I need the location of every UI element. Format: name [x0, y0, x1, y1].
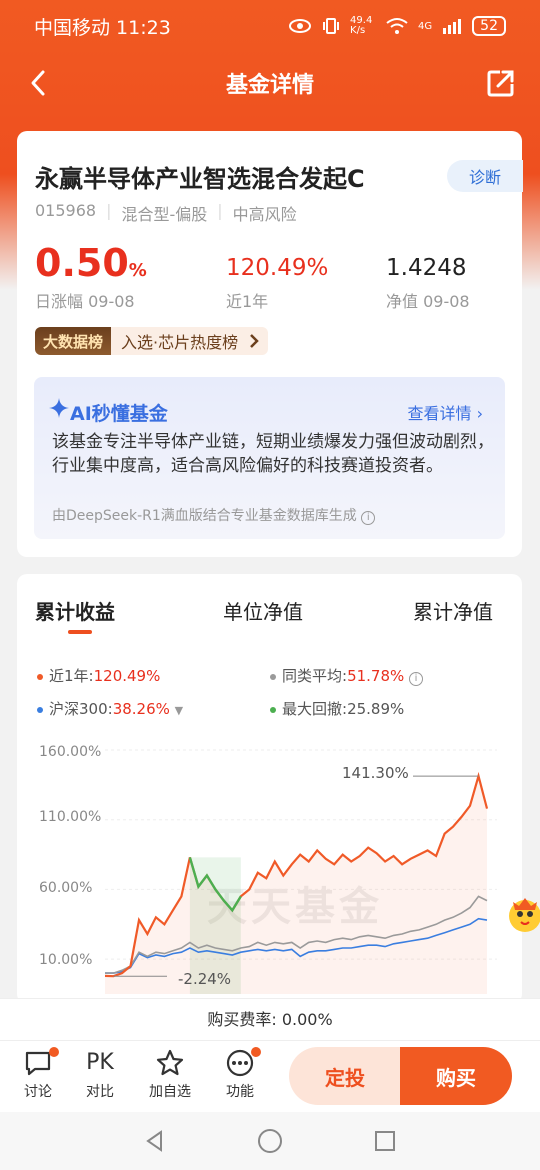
ai-title: AI秒懂基金 [70, 403, 168, 425]
nav-bar: 基金详情 [0, 52, 540, 114]
year-return-value: 120.49% [226, 255, 329, 281]
signal-icon [443, 19, 462, 34]
pk-icon: PK [86, 1050, 114, 1075]
ai-more-label: 查看详情 [407, 404, 472, 423]
daily-change-number: 0.50 [35, 241, 129, 285]
carrier-time: 中国移动 11:23 [34, 16, 171, 39]
chat-bubble-icon [25, 1051, 51, 1076]
more-dots-icon [226, 1049, 254, 1077]
tab-cumulative-nav[interactable]: 累计净值 [413, 596, 493, 625]
legend-dot [37, 706, 43, 713]
daily-change-label: 日涨幅 09-08 [35, 292, 135, 311]
ai-summary-box: AI秒懂基金 查看详情 › 该基金专注半导体产业链，短期业绩爆发力强但波动剧烈，… [34, 377, 505, 539]
legend-fund-value: 120.49% [93, 667, 161, 685]
ai-description: 该基金专注半导体产业链，短期业绩爆发力强但波动剧烈，行业集中度高，适合高风险偏好… [52, 432, 494, 476]
signal-label: 4G [418, 20, 433, 32]
back-arrow-icon[interactable] [24, 68, 54, 98]
daily-change-value: 0.50% [35, 241, 147, 285]
discuss-button[interactable]: 讨论 [13, 1047, 63, 1101]
info-icon[interactable]: i [361, 511, 376, 525]
add-watchlist-button[interactable]: 加自选 [145, 1049, 195, 1101]
ai-source-text: 由DeepSeek-R1满血版结合专业基金数据库生成 [52, 508, 357, 524]
auto-invest-button[interactable]: 定投 [289, 1047, 401, 1105]
bigdata-text: 入选·芯片热度榜 [121, 333, 239, 352]
ai-source: 由DeepSeek-R1满血版结合专业基金数据库生成 i [52, 505, 376, 525]
buy-button[interactable]: 购买 [400, 1047, 512, 1105]
min-annotation: -2.24% [178, 970, 232, 988]
mascot-icon[interactable] [503, 890, 540, 940]
discuss-label: 讨论 [24, 1084, 52, 1100]
line-chart[interactable] [17, 734, 522, 1004]
fund-type: 混合型-偏股 [121, 205, 208, 224]
legend-index-label: 沪深300: [49, 700, 113, 718]
bottom-action-bar: 讨论 PK 对比 加自选 功能 定投 购买 [0, 1040, 540, 1112]
legend-fund-label: 近1年: [49, 667, 94, 685]
wifi-icon [386, 18, 408, 34]
sparkle-icon [49, 398, 69, 418]
info-icon[interactable]: i [409, 672, 424, 686]
compare-button[interactable]: PK 对比 [75, 1049, 125, 1101]
legend-dot [270, 673, 276, 680]
legend-index[interactable]: 沪深300:38.26% ▼ [37, 698, 183, 719]
legend-drawdown: 最大回撤:25.89% [270, 698, 404, 719]
legend-dot [270, 706, 276, 713]
legend-drawdown-value: 25.89% [347, 700, 405, 718]
performance-chart-card: 累计收益 单位净值 累计净值 近1年:120.49% 同类平均:51.78% i… [17, 574, 522, 1004]
page-title: 基金详情 [225, 73, 314, 98]
fund-info-card: 永赢半导体产业智选混合发起C 诊断 015968 | 混合型-偏股 | 中高风险… [17, 131, 523, 557]
status-bar: 中国移动 11:23 49.4 K/s 4G 52 [0, 0, 540, 52]
max-annotation: 141.30% [342, 764, 409, 782]
dropdown-caret-icon: ▼ [174, 704, 184, 717]
functions-button[interactable]: 功能 [215, 1047, 265, 1101]
legend-peer-value: 51.78% [347, 667, 405, 685]
notification-dot [251, 1047, 261, 1057]
battery-indicator: 52 [472, 16, 506, 36]
legend-index-value: 38.26% [112, 700, 170, 718]
chevron-right-icon: › [476, 404, 483, 423]
fund-risk: 中高风险 [232, 205, 297, 224]
system-nav-bar [0, 1112, 540, 1170]
tab-unit-nav[interactable]: 单位净值 [223, 596, 303, 625]
fund-name: 永赢半导体产业智选混合发起C [35, 165, 365, 193]
recents-square-icon[interactable] [373, 1129, 397, 1153]
compare-label: 对比 [86, 1084, 114, 1100]
ai-more-link[interactable]: 查看详情 › [407, 400, 483, 424]
legend-dot [37, 673, 43, 680]
fund-code: 015968 [35, 201, 97, 220]
fee-rate: 购买费率: 0.00% [0, 998, 540, 1040]
daily-change-unit: % [128, 260, 147, 281]
divider: | [217, 201, 223, 220]
eye-icon [289, 19, 312, 33]
fund-area-fill [105, 776, 487, 994]
share-icon[interactable] [486, 68, 516, 98]
notification-dot [49, 1047, 59, 1057]
bigdata-tag: 大数据榜 [35, 327, 112, 355]
bigdata-rank-banner[interactable]: 大数据榜 入选·芯片热度榜 [35, 327, 269, 355]
tab-cumulative-return[interactable]: 累计收益 [35, 596, 115, 625]
chart-tabs: 累计收益 单位净值 累计净值 [17, 596, 522, 636]
diagnose-button[interactable]: 诊断 [447, 160, 523, 192]
net-speed: 49.4 K/s [350, 15, 373, 36]
nav-label: 净值 09-08 [386, 292, 470, 311]
add-watchlist-label: 加自选 [149, 1084, 191, 1100]
legend-peer-label: 同类平均: [282, 667, 348, 685]
legend-fund: 近1年:120.49% [37, 665, 160, 686]
fund-meta: 015968 | 混合型-偏股 | 中高风险 [35, 201, 297, 225]
star-icon [156, 1049, 184, 1076]
vibrate-icon [323, 18, 340, 34]
home-circle-icon[interactable] [257, 1128, 283, 1154]
year-return-label: 近1年 [226, 292, 269, 311]
nav-value: 1.4248 [386, 255, 467, 281]
back-triangle-icon[interactable] [143, 1129, 167, 1153]
functions-label: 功能 [226, 1084, 254, 1100]
divider: | [106, 201, 112, 220]
legend-peer: 同类平均:51.78% i [270, 665, 424, 686]
tab-underline [68, 630, 92, 634]
legend-drawdown-label: 最大回撤: [282, 700, 348, 718]
chevron-right-icon [250, 334, 259, 348]
